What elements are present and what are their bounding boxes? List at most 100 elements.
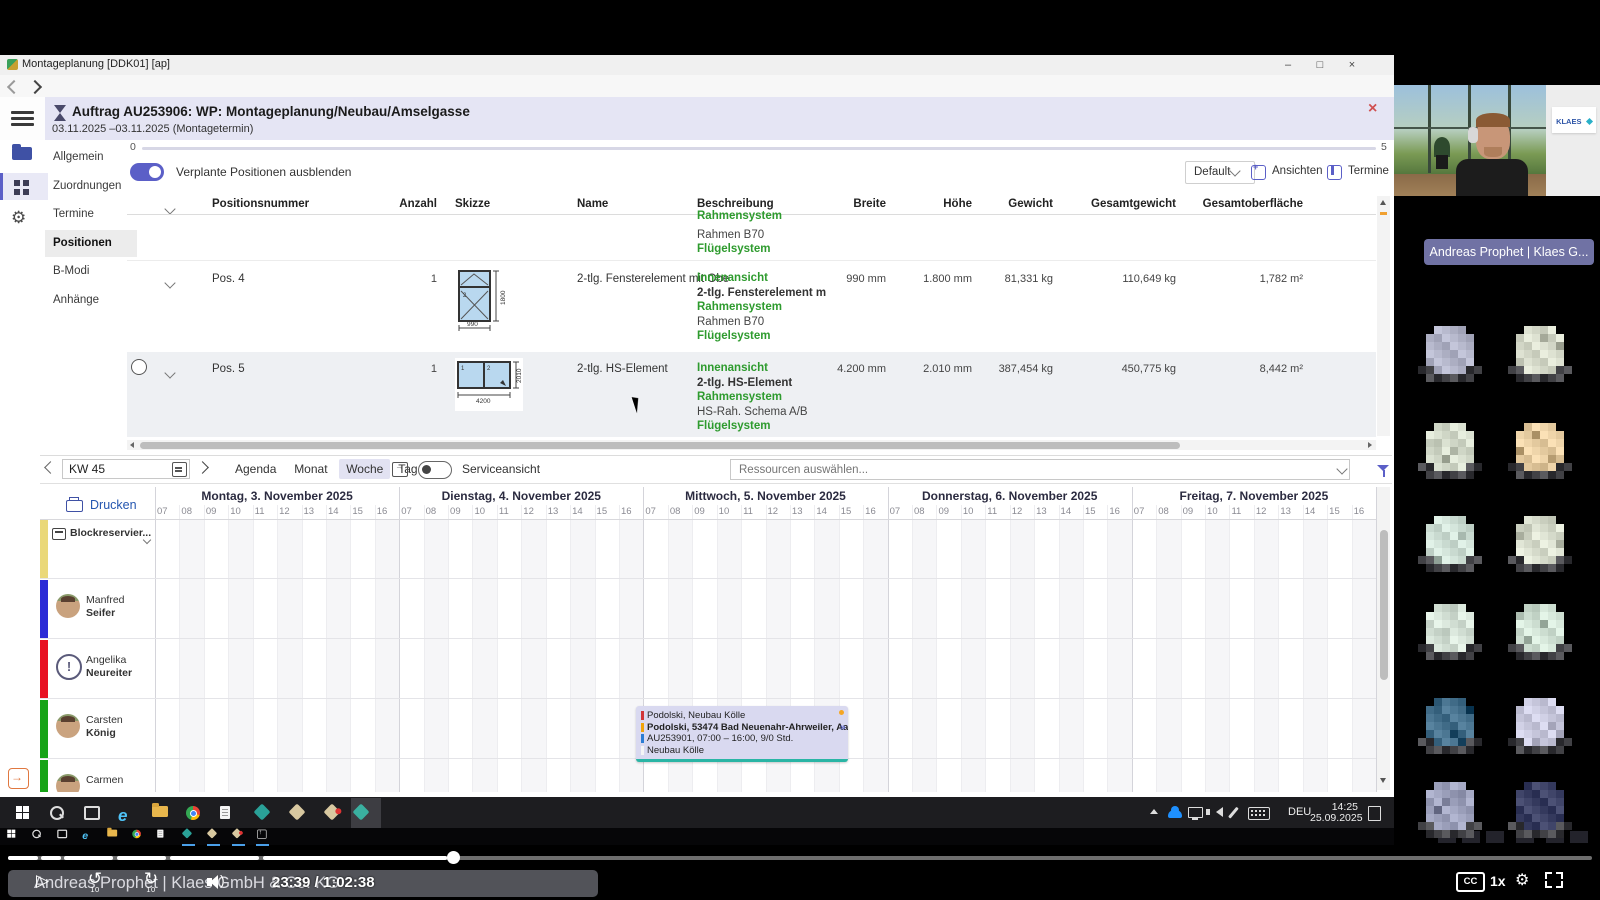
ansichten-icon	[1251, 165, 1266, 180]
sidebar-item-positionen[interactable]: Positionen	[45, 230, 137, 257]
table-hscrollbar-thumb[interactable]	[140, 442, 1180, 449]
menu-button[interactable]	[0, 97, 45, 140]
resource-row[interactable]: ManfredSeifer	[40, 580, 155, 638]
progress-played-segment[interactable]	[170, 856, 259, 860]
column-collapse-icon[interactable]	[166, 200, 174, 218]
klaes-app-icon[interactable]	[232, 829, 243, 838]
scroll-left-icon[interactable]	[130, 442, 134, 448]
fullscreen-button[interactable]	[1545, 872, 1563, 888]
appointment-card[interactable]: Podolski, Neubau KöllePodolski, 53474 Ba…	[636, 706, 848, 762]
resources-input[interactable]	[730, 459, 1350, 480]
playback-rate-button[interactable]: 1x	[1490, 873, 1506, 889]
zoom-slider[interactable]	[142, 147, 1376, 150]
klaes-app-icon[interactable]	[252, 804, 276, 828]
klaes-app-icon[interactable]	[207, 829, 218, 838]
scheduler-vscrollbar-thumb[interactable]	[1380, 530, 1388, 680]
table-row[interactable]: Pos. 51 1 2 2010 4200 2-tlg. HS-ElementI…	[127, 352, 1376, 437]
hour-label: 14	[328, 506, 339, 517]
calendar-icon[interactable]	[172, 462, 187, 477]
close-button[interactable]: ×	[1345, 58, 1359, 72]
print-button[interactable]: Drucken	[90, 498, 137, 512]
explorer-icon[interactable]	[106, 829, 117, 838]
notepad-icon[interactable]	[216, 804, 240, 828]
close-order-icon[interactable]: ×	[1368, 100, 1377, 118]
view-tab-woche[interactable]: Woche	[339, 459, 390, 479]
tray-chevron-icon[interactable]	[1150, 809, 1158, 814]
language-indicator[interactable]: DEU	[1288, 806, 1311, 818]
scroll-up-icon[interactable]	[1380, 200, 1386, 205]
edge-icon[interactable]: e	[114, 804, 138, 828]
klaes-app-icon[interactable]	[182, 829, 193, 838]
sidebar-item-zuordnungen[interactable]: Zuordnungen	[45, 173, 137, 200]
progress-played-segment[interactable]	[64, 856, 113, 860]
avatar	[56, 714, 80, 738]
sidebar-item-anhnge[interactable]: Anhänge	[45, 287, 137, 314]
progress-played-segment[interactable]	[263, 856, 447, 860]
default-dropdown[interactable]: Default	[1185, 161, 1255, 184]
start-icon[interactable]	[12, 804, 36, 828]
klaes-app-icon[interactable]	[287, 804, 311, 828]
logout-icon[interactable]	[8, 768, 29, 789]
klaes-app-icon[interactable]	[322, 804, 346, 828]
hide-planned-toggle[interactable]	[130, 163, 164, 181]
klaes-active-app-icon[interactable]	[256, 829, 267, 838]
progress-played-segment[interactable]	[8, 856, 38, 860]
explorer-icon[interactable]	[148, 804, 172, 828]
view-tab-agenda[interactable]: Agenda	[228, 459, 283, 479]
table-vscrollbar[interactable]	[1377, 196, 1390, 436]
notepad-icon[interactable]	[156, 829, 167, 838]
gear-icon[interactable]: ⚙	[11, 208, 26, 228]
chrome-icon[interactable]	[182, 804, 206, 828]
running-app-indicator	[232, 844, 245, 846]
klaes-active-app-icon[interactable]	[351, 798, 381, 828]
sidebar-item-termine[interactable]: Termine	[45, 201, 137, 228]
minimize-button[interactable]: –	[1281, 58, 1295, 72]
onedrive-icon[interactable]	[1168, 810, 1182, 818]
serviceansicht-toggle[interactable]	[418, 461, 452, 479]
termine-button[interactable]: Termine	[1348, 165, 1389, 177]
progress-scrubber[interactable]	[447, 851, 460, 864]
resource-row[interactable]: Carmen	[40, 760, 155, 792]
column-header: Gesamtoberfläche	[1173, 198, 1303, 210]
clock[interactable]: 14:25 25.09.2025	[1310, 802, 1358, 824]
sidebar-item-allgemein[interactable]: Allgemein	[45, 144, 137, 171]
task-view-icon[interactable]	[56, 829, 67, 838]
volume-icon[interactable]	[1216, 807, 1223, 817]
maximize-button[interactable]: □	[1313, 58, 1327, 72]
rewind-10-button[interactable]: ↺10	[84, 871, 106, 894]
display-icon[interactable]	[1188, 807, 1203, 818]
captions-button[interactable]: CC	[1456, 872, 1485, 892]
resource-row[interactable]: !AngelikaNeureiter	[40, 640, 155, 698]
play-button[interactable]: ▷	[36, 871, 49, 891]
expand-icon[interactable]	[392, 462, 408, 477]
ansichten-button[interactable]: Ansichten	[1272, 165, 1323, 177]
search-icon[interactable]	[31, 829, 42, 838]
filter-icon[interactable]	[1377, 465, 1390, 477]
modules-icon[interactable]	[14, 180, 20, 186]
projects-icon[interactable]	[12, 147, 32, 160]
chrome-icon[interactable]	[131, 829, 142, 838]
resource-row[interactable]: Blockreservier...	[40, 520, 155, 578]
sidebar-item-bmodi[interactable]: B-Modi	[45, 258, 137, 285]
task-view-icon[interactable]	[80, 804, 104, 828]
start-icon[interactable]	[6, 829, 17, 838]
progress-played-segment[interactable]	[117, 856, 166, 860]
table-row[interactable]: Pos. 41 2 1800 990 2-tlg. Fensterelement…	[127, 262, 1376, 352]
progress-played-segment[interactable]	[41, 856, 61, 860]
scroll-down-icon[interactable]	[1380, 778, 1386, 783]
action-center-icon[interactable]	[1368, 806, 1381, 821]
hour-label: 10	[719, 506, 730, 517]
event-expand-icon[interactable]: »	[840, 722, 846, 733]
edge-icon[interactable]: e	[81, 829, 92, 838]
week-input[interactable]	[62, 459, 190, 479]
row-expand-icon[interactable]	[166, 364, 174, 382]
row-expand-icon[interactable]	[166, 274, 174, 292]
forward-10-button[interactable]: ↻10	[140, 871, 162, 894]
keyboard-icon[interactable]	[1248, 807, 1270, 820]
view-tab-monat[interactable]: Monat	[287, 459, 334, 479]
scroll-right-icon[interactable]	[1368, 442, 1372, 448]
settings-gear-icon[interactable]: ⚙	[1515, 870, 1529, 890]
resource-row[interactable]: CarstenKönig	[40, 700, 155, 758]
search-icon[interactable]	[46, 804, 70, 828]
resource-collapse-icon[interactable]	[144, 530, 150, 548]
